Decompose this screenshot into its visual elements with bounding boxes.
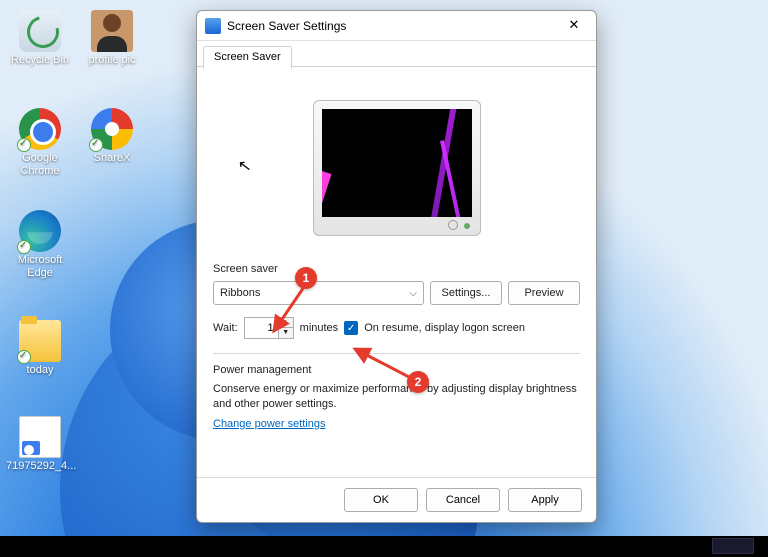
preview-button[interactable]: Preview [508, 281, 580, 305]
icon-label: today [6, 364, 74, 377]
close-button[interactable]: ✕ [560, 15, 588, 37]
ribbon-graphic [440, 140, 472, 217]
resume-label: On resume, display logon screen [364, 322, 525, 334]
desktop-icon-today-folder[interactable]: today [6, 320, 74, 377]
dialog-body: Screen saver Ribbons ⌵ Settings... Previ… [197, 67, 596, 477]
window-title: Screen Saver Settings [227, 19, 560, 33]
desktop-icon-chrome[interactable]: Google Chrome [6, 108, 74, 178]
profile-pic-icon [91, 10, 133, 52]
screensaver-group-label: Screen saver [213, 263, 580, 275]
desktop-icon-sharex[interactable]: ShareX [78, 108, 146, 165]
titlebar[interactable]: Screen Saver Settings ✕ [197, 11, 596, 41]
shortcut-badge-icon [89, 138, 103, 152]
power-group-label: Power management [213, 364, 580, 376]
mouse-cursor-icon: ↖ [237, 155, 253, 177]
wait-spinner[interactable]: ▲ ▼ [244, 317, 294, 339]
power-description: Conserve energy or maximize performance … [213, 382, 580, 412]
taskbar-tray[interactable] [712, 538, 754, 554]
sharex-icon [91, 108, 133, 150]
app-icon [205, 18, 221, 34]
chevron-down-icon: ⌵ [409, 288, 417, 299]
icon-label: profile pic [78, 54, 146, 67]
chrome-icon [19, 108, 61, 150]
ribbon-graphic [413, 109, 457, 217]
dialog-footer: OK Cancel Apply [197, 477, 596, 522]
folder-icon [19, 320, 61, 362]
combo-value: Ribbons [220, 287, 260, 299]
icon-label: 71975292_4... [6, 460, 74, 473]
cancel-button[interactable]: Cancel [426, 488, 500, 512]
ribbon-graphic [322, 171, 332, 217]
spinner-down-button[interactable]: ▼ [279, 328, 293, 338]
icon-label: Google Chrome [6, 152, 74, 178]
icon-label: Microsoft Edge [6, 254, 74, 280]
tab-screen-saver[interactable]: Screen Saver [203, 46, 292, 69]
monitor-screen [322, 109, 472, 217]
screen-saver-settings-dialog: Screen Saver Settings ✕ Screen Saver Scr… [196, 10, 597, 523]
annotation-badge-1: 1 [295, 267, 317, 289]
shortcut-badge-icon [17, 240, 31, 254]
spinner-up-button[interactable]: ▲ [279, 318, 293, 328]
minutes-label: minutes [300, 322, 339, 334]
preview-area [213, 79, 580, 257]
image-file-icon [19, 416, 61, 458]
icon-label: ShareX [78, 152, 146, 165]
resume-checkbox[interactable]: ✓ [344, 321, 358, 335]
tab-strip: Screen Saver [197, 41, 596, 67]
taskbar[interactable] [0, 536, 768, 557]
desktop-icon-profile-pic[interactable]: profile pic [78, 10, 146, 67]
recycle-bin-icon [19, 10, 61, 52]
shortcut-badge-icon [17, 350, 31, 364]
wait-label: Wait: [213, 322, 238, 334]
desktop: Recycle Bin profile pic Google Chrome Sh… [0, 0, 768, 557]
shortcut-badge-icon [17, 138, 31, 152]
desktop-icon-recycle-bin[interactable]: Recycle Bin [6, 10, 74, 67]
ribbon-graphic [322, 109, 335, 217]
annotation-badge-2: 2 [407, 371, 429, 393]
apply-button[interactable]: Apply [508, 488, 582, 512]
desktop-icon-image-file[interactable]: 71975292_4... [6, 416, 74, 473]
wait-input[interactable] [244, 317, 278, 339]
ok-button[interactable]: OK [344, 488, 418, 512]
icon-label: Recycle Bin [6, 54, 74, 67]
change-power-settings-link[interactable]: Change power settings [213, 418, 326, 430]
settings-button[interactable]: Settings... [430, 281, 502, 305]
separator [213, 353, 580, 354]
monitor-preview [313, 100, 481, 236]
edge-icon [19, 210, 61, 252]
screensaver-combo[interactable]: Ribbons ⌵ [213, 281, 424, 305]
annotation-arrow-2 [347, 343, 417, 383]
desktop-icon-edge[interactable]: Microsoft Edge [6, 210, 74, 280]
